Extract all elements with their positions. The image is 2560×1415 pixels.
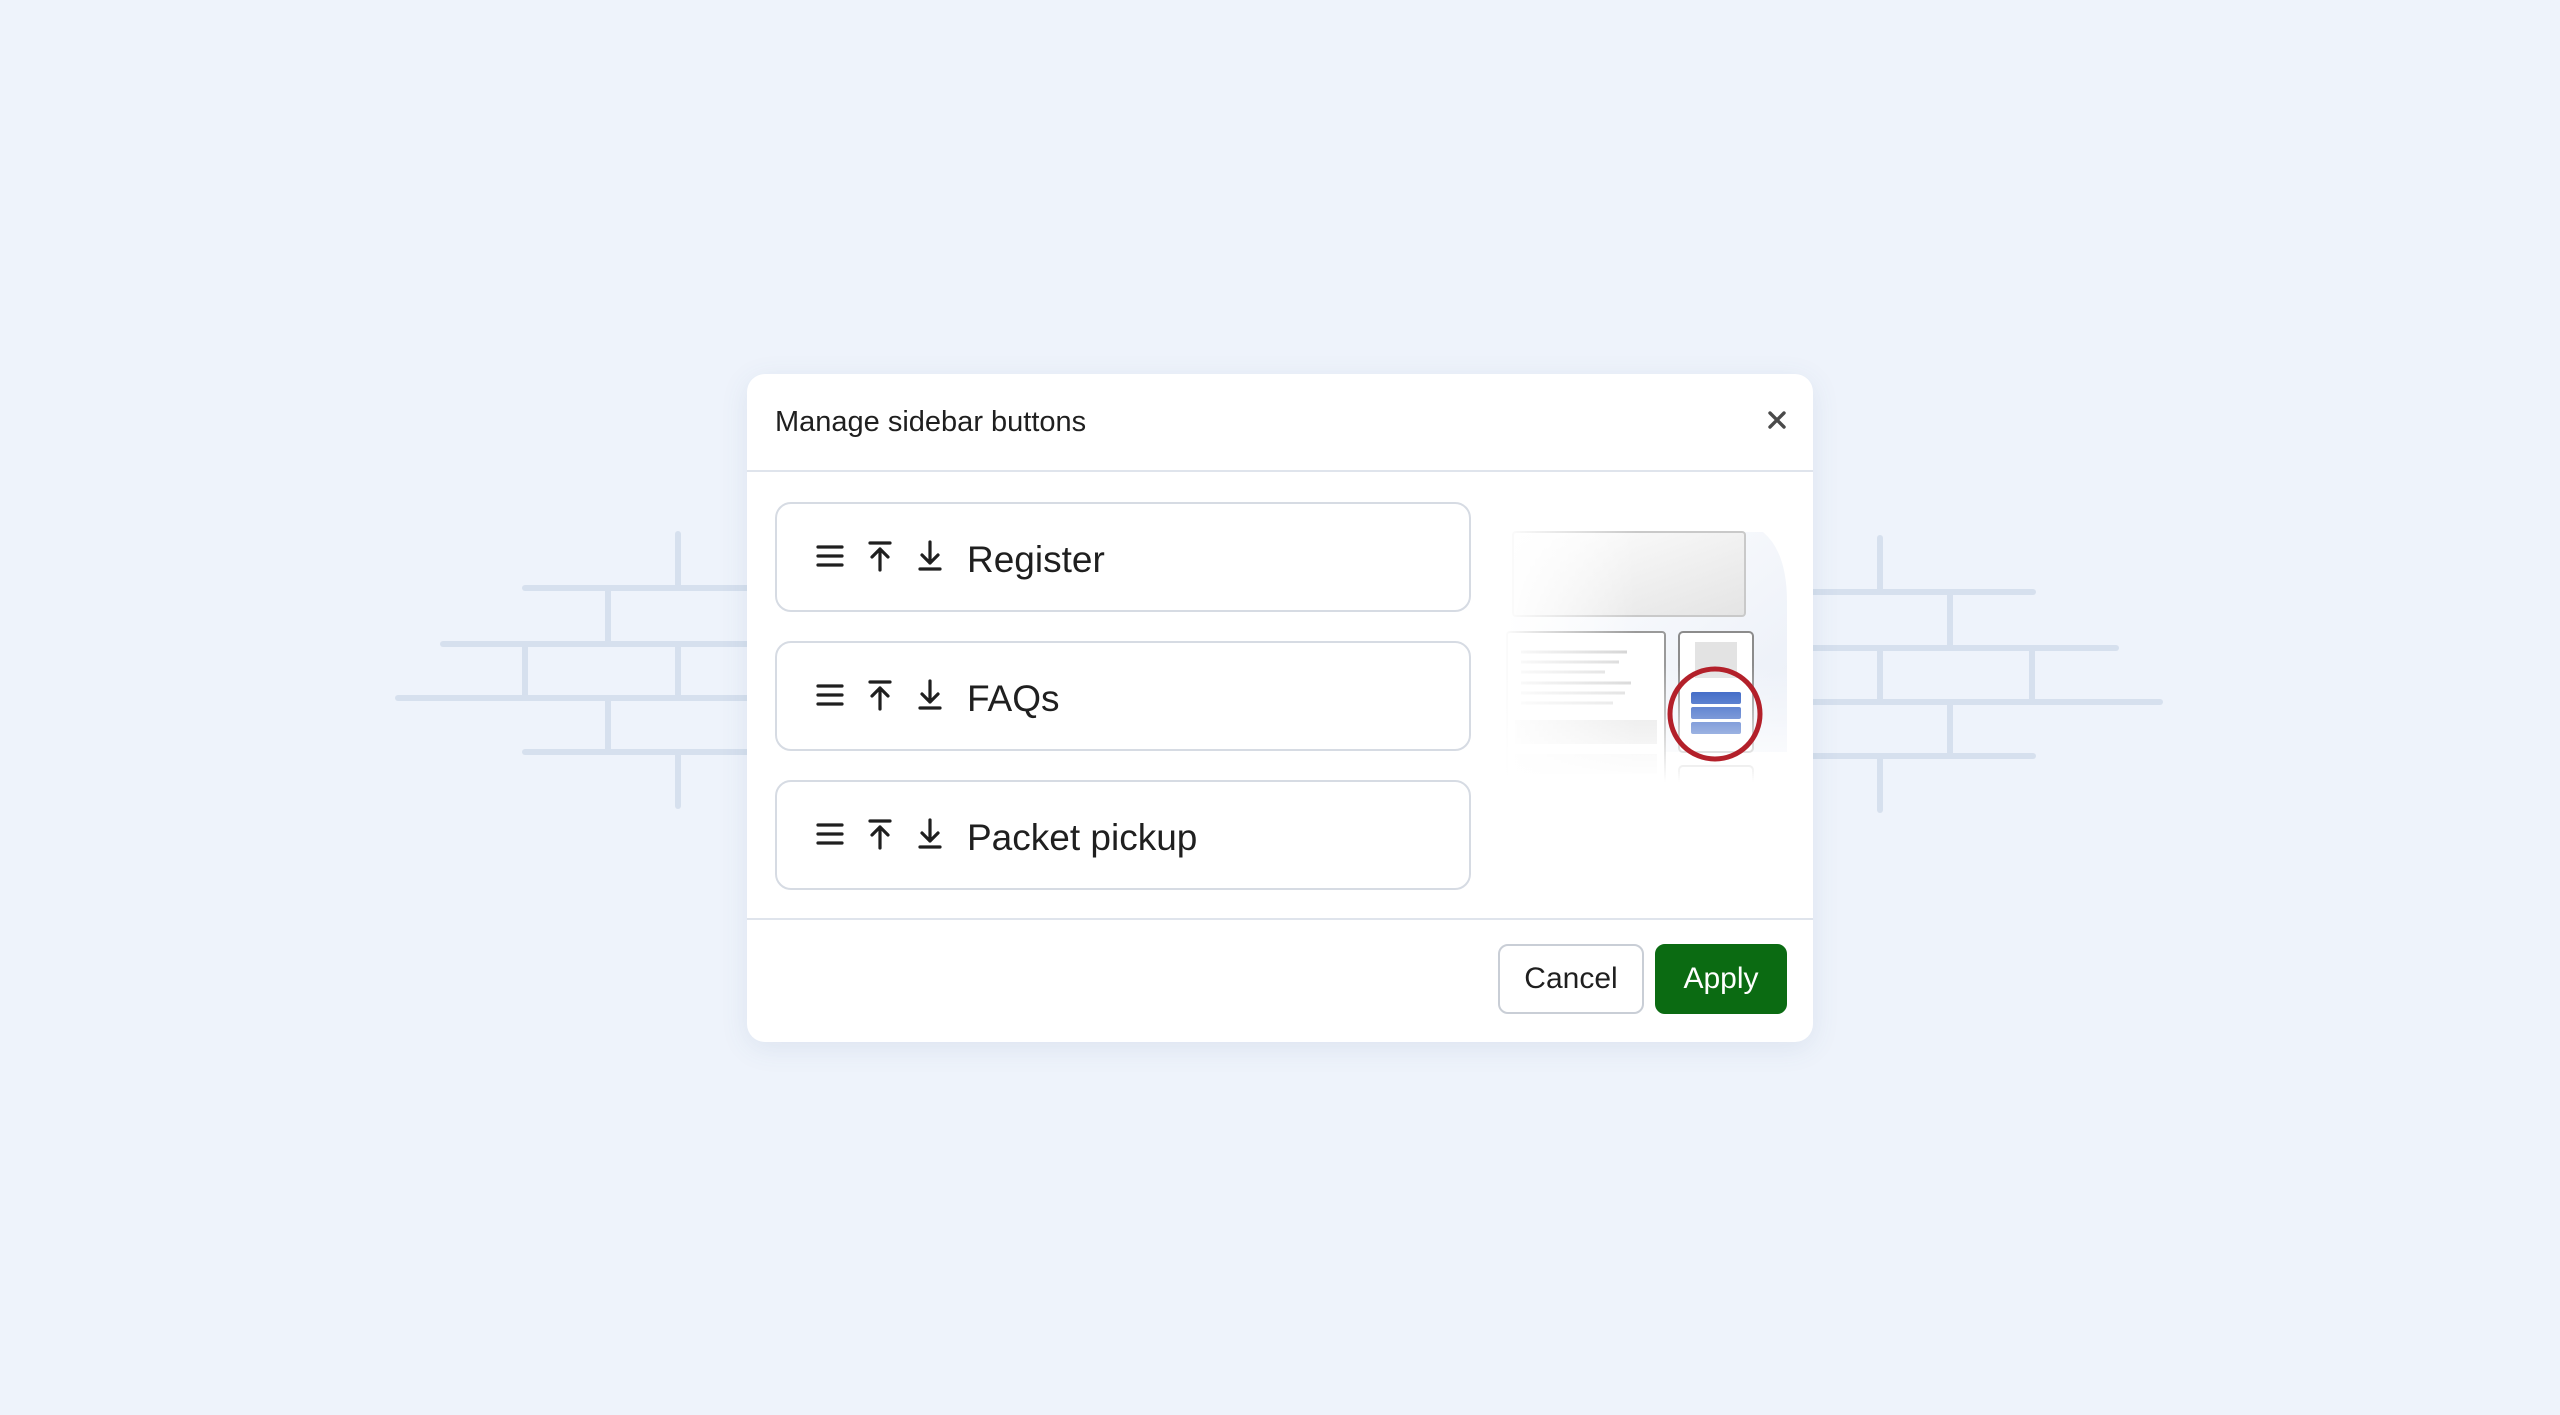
- dialog-footer: Cancel Apply: [747, 918, 1813, 1042]
- move-to-top-icon: [868, 680, 892, 711]
- move-to-bottom-button[interactable]: [913, 814, 947, 854]
- dialog-title: Manage sidebar buttons: [775, 406, 1087, 438]
- cancel-button[interactable]: Cancel: [1498, 944, 1644, 1014]
- sidebar-button-item[interactable]: FAQs: [775, 641, 1471, 751]
- sidebar-button-item[interactable]: Register: [775, 502, 1471, 612]
- sidebar-button-item[interactable]: Packet pickup: [775, 780, 1471, 890]
- apply-button[interactable]: Apply: [1655, 944, 1787, 1014]
- close-button[interactable]: [1757, 400, 1797, 440]
- move-to-top-button[interactable]: [863, 536, 897, 576]
- drag-handle-button[interactable]: [813, 814, 847, 854]
- move-to-top-button[interactable]: [863, 814, 897, 854]
- dialog-body: Register FAQs Packet pickup: [747, 472, 1813, 890]
- drag-handle-button[interactable]: [813, 675, 847, 715]
- move-to-bottom-icon: [918, 540, 942, 571]
- move-to-top-button[interactable]: [863, 675, 897, 715]
- move-to-bottom-button[interactable]: [913, 675, 947, 715]
- move-to-bottom-button[interactable]: [913, 536, 947, 576]
- sidebar-location-illustration: [1501, 522, 1801, 782]
- drag-handle-icon: [816, 684, 844, 706]
- manage-sidebar-buttons-dialog: Manage sidebar buttons Register FAQs Pac…: [747, 374, 1813, 1042]
- move-to-top-icon: [868, 819, 892, 850]
- drag-handle-icon: [816, 545, 844, 567]
- close-icon: [1768, 411, 1786, 429]
- drag-handle-icon: [816, 823, 844, 845]
- drag-handle-button[interactable]: [813, 536, 847, 576]
- move-to-bottom-icon: [918, 818, 942, 849]
- move-to-top-icon: [868, 541, 892, 572]
- dialog-header: Manage sidebar buttons: [747, 374, 1813, 472]
- move-to-bottom-icon: [918, 679, 942, 710]
- sidebar-button-label: Packet pickup: [967, 817, 1198, 858]
- sidebar-button-label: Register: [967, 539, 1105, 580]
- sidebar-button-label: FAQs: [967, 678, 1060, 719]
